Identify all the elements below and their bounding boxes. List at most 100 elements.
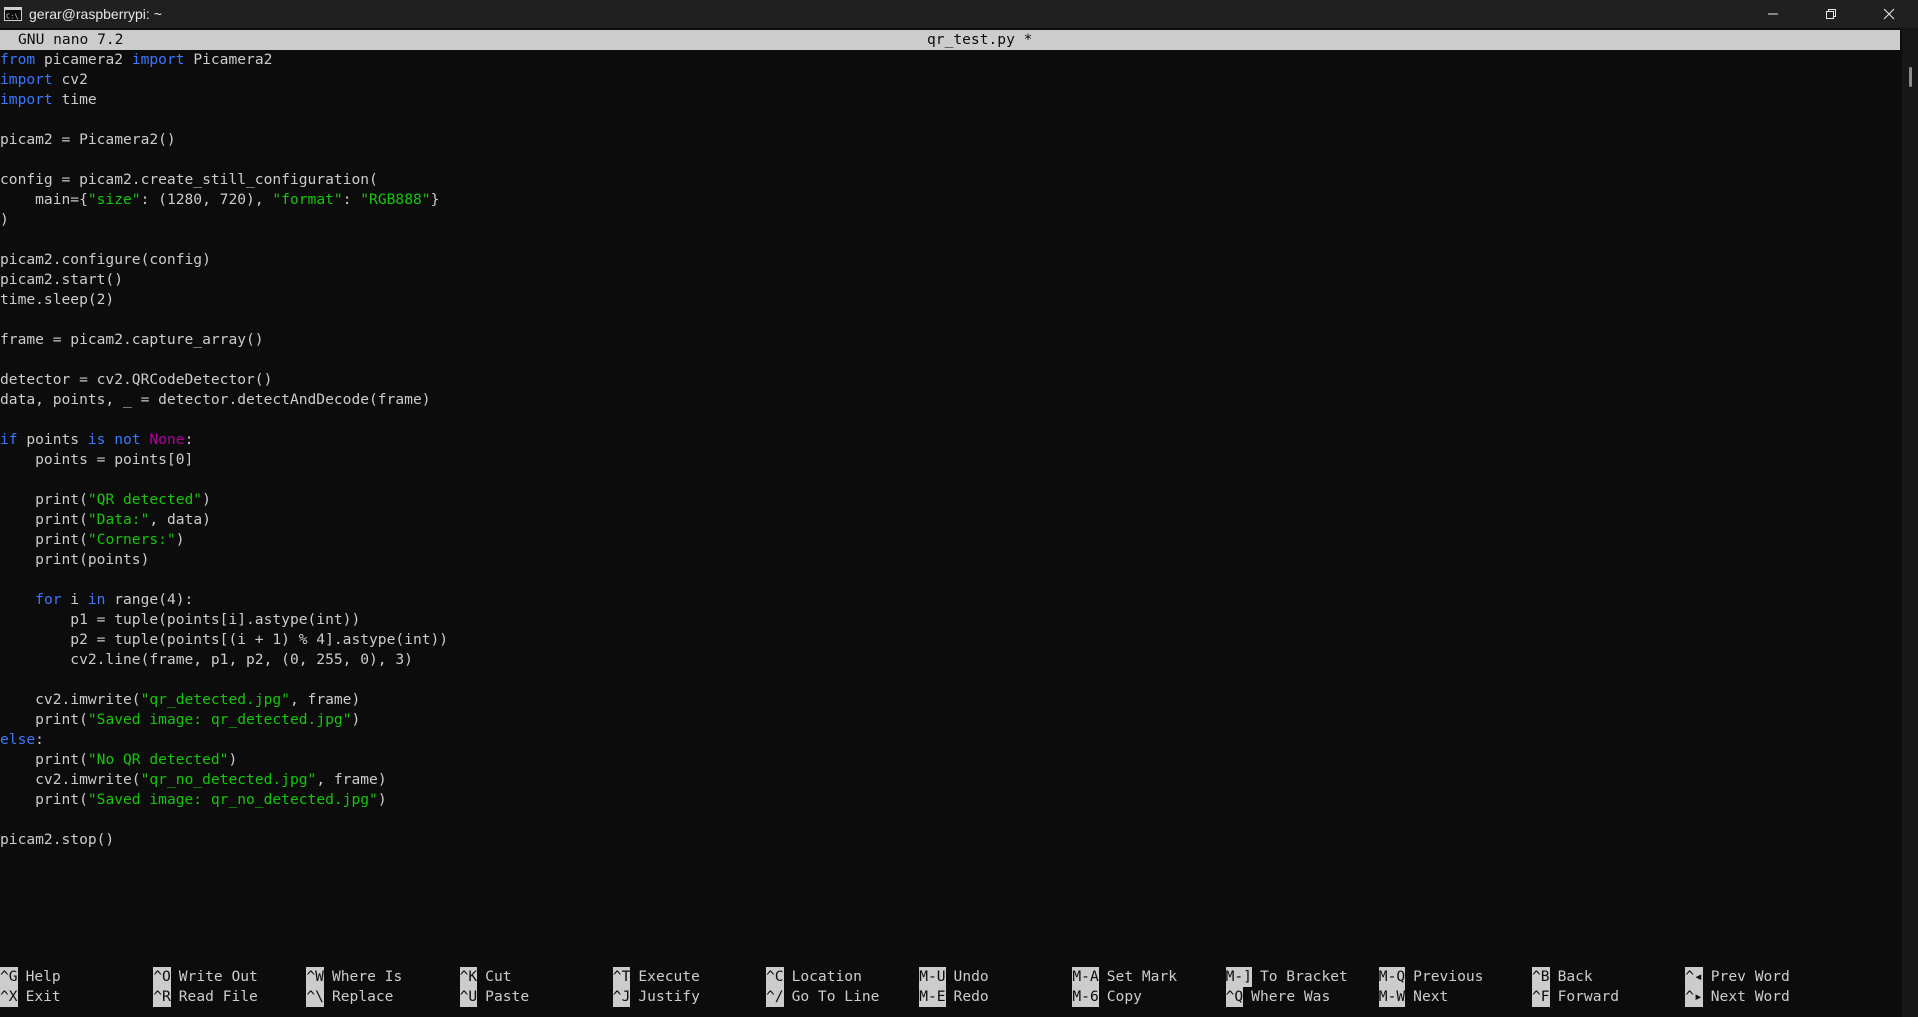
shortcut-item: ^\ Replace	[306, 987, 393, 1007]
shortcut-key: ^G	[0, 967, 18, 987]
code-line: data, points, _ = detector.detectAndDeco…	[0, 390, 1900, 410]
shortcut-key: ^Q	[1225, 987, 1244, 1007]
shortcut-label: Paste	[485, 988, 530, 1005]
shortcut-label: Replace	[331, 988, 394, 1005]
code-token: print(points)	[0, 551, 150, 568]
terminal-area[interactable]: GNU nano 7.2 qr_test.py * from picamera2…	[0, 28, 1902, 1017]
code-token: )	[351, 711, 361, 728]
code-token: not	[114, 431, 141, 448]
shortcut-item: M-E Redo	[919, 987, 989, 1007]
code-token: config = picam2.create_still_configurati…	[0, 171, 378, 188]
shortcut-label: Back	[1557, 968, 1593, 985]
shortcut-item: M-6 Copy	[1072, 987, 1142, 1007]
code-line: from picamera2 import Picamera2	[0, 50, 1900, 70]
code-editor[interactable]: from picamera2 import Picamera2 import cv…	[0, 50, 1900, 850]
svg-text:C:\: C:\	[6, 13, 19, 21]
code-line: config = picam2.create_still_configurati…	[0, 170, 1900, 190]
window-titlebar[interactable]: C:\ gerar@raspberrypi: ~	[0, 0, 1918, 28]
window-title: gerar@raspberrypi: ~	[29, 6, 162, 22]
shortcut-key: M-U	[919, 967, 946, 987]
code-line: time.sleep(2)	[0, 290, 1900, 310]
code-token: detector = cv2.QRCodeDetector()	[0, 371, 273, 388]
code-token: :	[184, 431, 194, 448]
shortcut-label: Justify	[638, 988, 700, 1005]
shortcut-item: M-W Next	[1378, 987, 1448, 1007]
nano-filename: qr_test.py *	[927, 31, 1033, 48]
code-line: print("No QR detected")	[0, 750, 1900, 770]
shortcut-key: ^/	[766, 987, 784, 1007]
shortcut-key: M-]	[1225, 967, 1252, 987]
shortcut-label: Previous	[1413, 968, 1484, 985]
minimize-button[interactable]	[1744, 0, 1802, 28]
code-line: picam2.start()	[0, 270, 1900, 290]
shortcut-item: M-Q Previous	[1378, 967, 1484, 987]
code-line: cv2.imwrite("qr_detected.jpg", frame)	[0, 690, 1900, 710]
shortcut-key: ^T	[612, 967, 631, 987]
code-token: print(	[0, 531, 88, 548]
code-token: data, points, _ = detector.detectAndDeco…	[0, 391, 431, 408]
code-token: Picamera2	[184, 51, 273, 68]
shortcut-item: M-A Set Mark	[1072, 967, 1177, 987]
shortcut-item: ^R Read File	[153, 987, 258, 1007]
shortcut-key: ^K	[459, 967, 478, 987]
code-line: picam2.configure(config)	[0, 250, 1900, 270]
code-line: picam2 = Picamera2()	[0, 130, 1900, 150]
scrollbar-thumb[interactable]	[1909, 67, 1912, 87]
code-token: cv2.imwrite(	[0, 691, 141, 708]
shortcut-key: M-6	[1072, 987, 1099, 1007]
shortcut-label: Where Was	[1251, 988, 1331, 1005]
code-line: print("Saved image: qr_detected.jpg")	[0, 710, 1900, 730]
shortcut-item: ^U Paste	[459, 987, 530, 1007]
code-line: detector = cv2.QRCodeDetector()	[0, 370, 1900, 390]
shortcut-key: ^B	[1532, 967, 1550, 987]
shortcut-label: Next Word	[1710, 988, 1790, 1005]
shortcut-key: ^U	[459, 987, 478, 1007]
code-token: main={	[0, 191, 88, 208]
code-line: points = points[0]	[0, 450, 1900, 470]
code-token: cv2.imwrite(	[0, 771, 141, 788]
code-token: )	[377, 791, 387, 808]
shortcut-item: ^X Exit	[0, 987, 61, 1007]
shortcut-key: ^F	[1532, 987, 1550, 1007]
shortcut-label: To Bracket	[1259, 968, 1348, 985]
vertical-scrollbar[interactable]	[1902, 28, 1918, 1017]
code-line: main={"size": (1280, 720), "format": "RG…	[0, 190, 1900, 210]
code-token: , frame)	[316, 771, 387, 788]
shortcut-item: ^F Forward	[1532, 987, 1619, 1007]
window-controls	[1744, 0, 1918, 28]
restore-button[interactable]	[1802, 0, 1860, 28]
code-token: }	[430, 191, 440, 208]
shortcut-item: ^W Where Is	[306, 967, 402, 987]
shortcut-item: ^T Execute	[612, 967, 700, 987]
code-token: )	[202, 491, 211, 508]
shortcut-key: ^O	[153, 967, 171, 987]
code-token: None	[149, 431, 185, 448]
shortcut-label: Where Is	[331, 968, 403, 985]
shortcut-label: Prev Word	[1710, 968, 1790, 985]
code-token: print(	[0, 711, 88, 728]
code-line: cv2.line(frame, p1, p2, (0, 255, 0), 3)	[0, 650, 1900, 670]
code-token: import	[0, 91, 53, 108]
shortcut-key: ^W	[306, 967, 324, 987]
code-token: time	[52, 91, 97, 108]
code-token: picam2.start()	[0, 271, 124, 288]
nano-version: GNU nano 7.2	[18, 31, 124, 48]
code-token: picam2.configure(config)	[0, 251, 211, 268]
shortcut-label: Execute	[638, 968, 700, 985]
code-line: cv2.imwrite("qr_no_detected.jpg", frame)	[0, 770, 1900, 790]
code-token: frame = picam2.capture_array()	[0, 331, 264, 348]
code-token: picamera2	[35, 51, 132, 68]
code-token: from	[0, 51, 36, 68]
code-token: "qr_detected.jpg"	[140, 691, 290, 708]
shortcut-key: ^▸	[1685, 987, 1703, 1007]
code-token: "Saved image: qr_detected.jpg"	[87, 711, 352, 728]
close-button[interactable]	[1860, 0, 1918, 28]
code-line: print("Data:", data)	[0, 510, 1900, 530]
code-token: :	[35, 731, 44, 748]
code-token: import	[131, 51, 185, 68]
code-line: frame = picam2.capture_array()	[0, 330, 1900, 350]
